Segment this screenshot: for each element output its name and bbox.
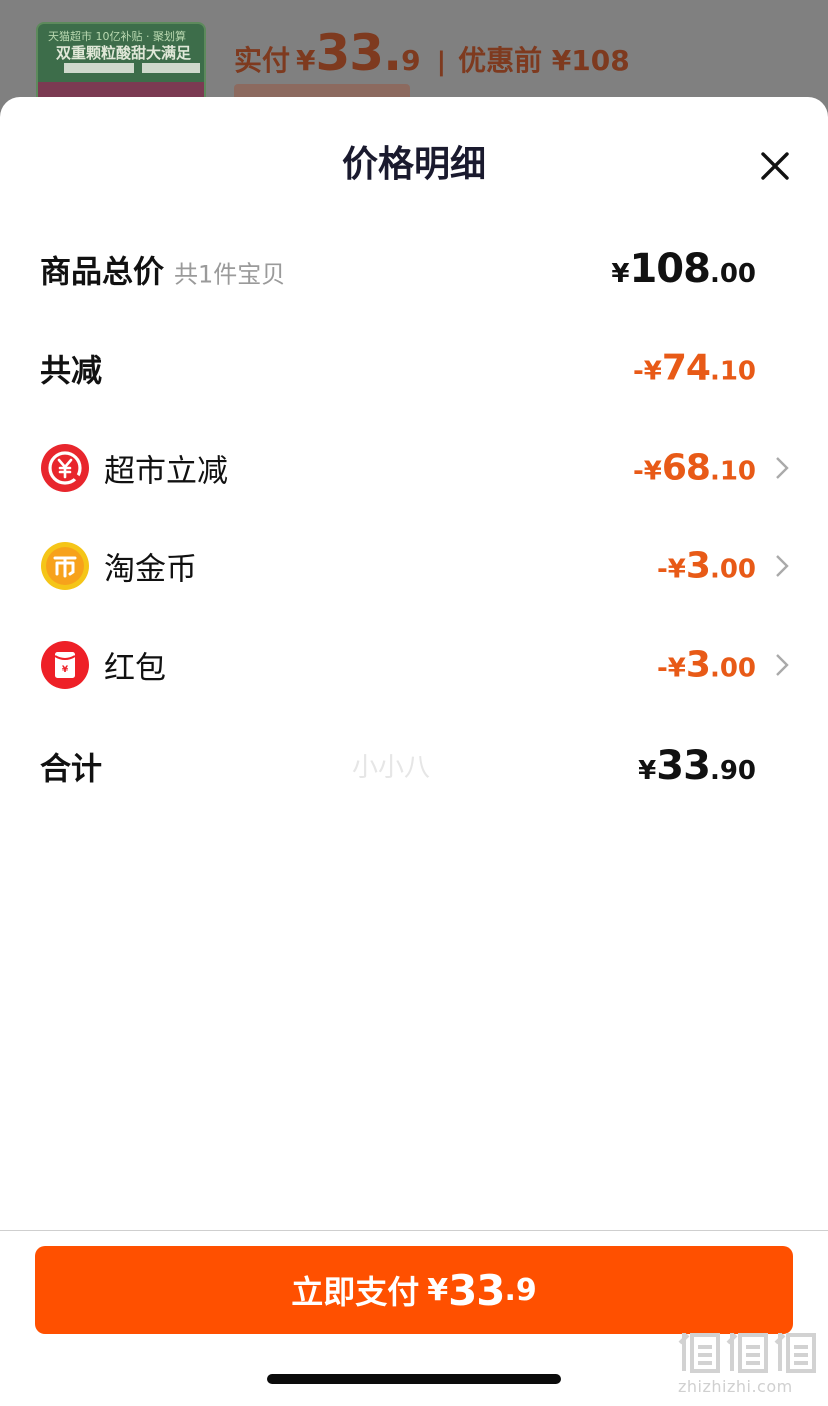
red-packet-amount: -¥3.00 [656,644,756,686]
total-discount-label: 共减 [40,353,102,390]
row-red-packet[interactable]: ¥ 红包 -¥3.00 [0,630,828,700]
thumbnail-tag [64,63,134,73]
close-icon [761,152,789,180]
row-goods-total: 商品总价 共1件宝贝 ¥108.00 [0,234,828,304]
sum-amount: ¥33.90 [638,743,756,789]
price-detail-sheet: 价格明细 商品总价 共1件宝贝 ¥108.00 共减 -¥74.10 超市立减 -… [0,97,828,1406]
home-indicator [267,1374,561,1384]
thumbnail-headline: 双重颗粒酸甜大满足 [56,44,192,62]
gold-coin-icon [41,542,89,590]
item-count: 共1件宝贝 [174,260,286,289]
goods-total-amount: ¥108.00 [611,246,756,292]
pay-now-button[interactable]: 立即支付 ¥33.9 [35,1246,793,1334]
background-order-header: 天猫超市 10亿补贴 · 聚划算 双重颗粒酸甜大满足 实付 ¥33.9 | 优惠前 ¥… [0,0,828,112]
background-paid-price: 实付 ¥33.9 | 优惠前 ¥108 [234,24,630,82]
sum-label: 合计 [40,751,102,788]
chevron-right-icon [776,457,789,479]
bottom-divider [0,1230,828,1231]
close-button[interactable] [752,143,798,189]
row-taojinbi[interactable]: 淘金币 -¥3.00 [0,531,828,601]
taojinbi-label: 淘金币 [104,551,197,588]
red-packet-icon: ¥ [41,641,89,689]
row-total-discount: 共减 -¥74.10 [0,333,828,403]
original-price: 优惠前 ¥108 [458,44,630,77]
goods-total-label: 商品总价 共1件宝贝 [40,254,286,291]
svg-text:¥: ¥ [62,665,69,675]
chevron-right-icon [776,654,789,676]
sheet-title: 价格明细 [341,144,486,185]
site-domain: zhizhizhi.com [678,1377,793,1396]
row-supermarket-discount[interactable]: 超市立减 -¥68.10 [0,433,828,503]
supermarket-discount-amount: -¥68.10 [632,447,756,489]
chevron-right-icon [776,555,789,577]
red-packet-label: 红包 [104,650,166,687]
taojinbi-amount: -¥3.00 [656,545,756,587]
row-sum: 合计 ¥33.90 [0,731,828,801]
yuan-coupon-icon [41,444,89,492]
thumbnail-tag [142,63,200,73]
supermarket-discount-label: 超市立减 [104,453,228,490]
total-discount-amount: -¥74.10 [632,347,756,389]
